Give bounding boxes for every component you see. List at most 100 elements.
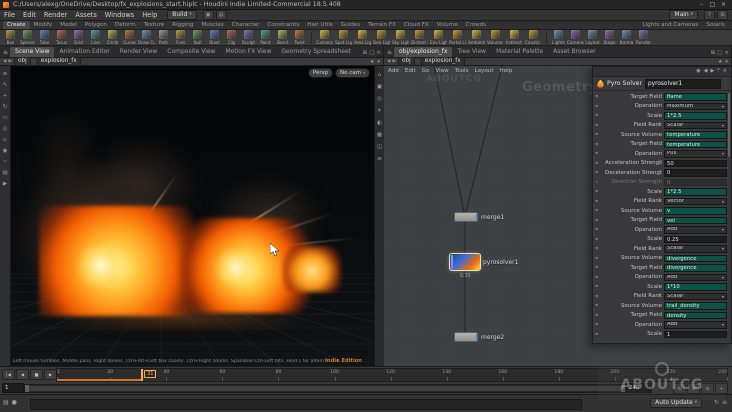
pane-menu-icon[interactable]: ≡ [387,49,392,56]
param-float-field[interactable]: 0 [664,178,727,186]
shelf-tool-draw-curve[interactable]: Draw Curve [138,30,155,45]
param-float-field[interactable]: 1 [664,330,727,338]
playbar-options-icon[interactable]: + [715,383,728,394]
shelf-tool-circle[interactable]: Circle [104,30,121,45]
shelf-tab-constraints[interactable]: Constraints [263,21,303,29]
multiparm-arrows-icon[interactable]: ◂▸ [595,227,603,232]
node-merge2[interactable]: merge2 [454,332,504,342]
stop-icon[interactable]: ■ [30,369,43,380]
realtime-icon[interactable]: ◔ [687,383,700,394]
shelf-tab-guides[interactable]: Guides [337,21,364,29]
translate-tool-icon[interactable]: + [3,93,8,99]
save-icon[interactable]: ▣ [202,10,214,20]
multiparm-arrows-icon[interactable]: ◂▸ [595,123,603,128]
viewport-canvas[interactable]: Persp No cam ▾ Left mouse tumbles. Middle… [11,66,374,366]
shelf-tool-ambient-light[interactable]: Ambient Light [467,30,486,45]
shelf-tool-bend[interactable]: Bend [274,30,291,45]
tab-motion-fx-view[interactable]: Motion FX View [220,47,276,57]
shelf-tab-deform[interactable]: Deform [111,21,140,29]
loop-icon[interactable]: ↻ [673,383,686,394]
multiparm-arrows-icon[interactable]: ◂▸ [595,313,603,318]
range-start-field[interactable]: 1 [2,383,24,393]
back-arrow-icon[interactable]: ◀ [3,59,6,64]
shelf-tab-terrain-fx[interactable]: Terrain FX [364,21,400,29]
scrollbar[interactable] [728,93,730,157]
shelf-tool-stage[interactable]: Stage [601,30,618,45]
multiparm-arrows-icon[interactable]: ◂▸ [595,265,603,270]
shelf-tab-character[interactable]: Character [228,21,264,29]
shelf-tool-render[interactable]: Render [635,30,652,45]
shelf-tool-camera[interactable]: Camera [315,30,334,45]
radial-menu-selector[interactable]: Main ▾ [669,10,698,20]
shelf-tool-blast[interactable]: Blast [206,30,223,45]
param-menu-field[interactable]: Scalar ▾ [664,121,727,129]
param-string-field[interactable]: 1*10 [664,283,727,291]
param-string-field[interactable]: trail_density [664,302,727,310]
shelf-tab-create[interactable]: Create [3,21,30,29]
playback-range-slider[interactable] [24,384,626,393]
shelf-tool-tube[interactable]: Tube [36,30,53,45]
param-float-field[interactable]: 0 [664,169,727,177]
param-string-field[interactable]: temperature [664,131,727,139]
tab-scene-view[interactable]: Scene View [10,47,55,57]
node-shape[interactable] [454,212,478,222]
shelf-tool-caustic-light[interactable]: Caustic Light [524,30,543,45]
snapshot-icon[interactable]: ◫ [377,144,382,150]
camera-menu-button[interactable]: No cam ▾ [335,68,370,78]
home-view-icon[interactable]: ⌂ [378,72,382,78]
forward-arrow-icon[interactable]: ▶ [392,59,395,64]
range-end-field[interactable]: 240 [626,383,652,393]
multiparm-arrows-icon[interactable]: ◂▸ [595,256,603,261]
range-handle-start[interactable] [25,385,29,392]
playhead[interactable] [141,369,143,381]
shelf-tab-hair-utils[interactable]: Hair Utils [303,21,337,29]
shelf-tab-cloud-fx[interactable]: Cloud FX [400,21,433,29]
back-arrow-icon[interactable]: ◀ [387,59,390,64]
minimize-button[interactable]: – [696,1,707,9]
shelf-tool-distant-light[interactable]: Distant Light [410,30,429,45]
close-pane-icon[interactable]: × [376,50,381,56]
multiparm-arrows-icon[interactable]: ◂▸ [595,284,603,289]
select-tool-icon[interactable]: ↖ [3,82,8,88]
menu-file[interactable]: File [0,10,19,21]
shelf-tool-twist[interactable]: Twist [291,30,308,45]
shelf-tab-rigging[interactable]: Rigging [168,21,197,29]
shelf-tool-null[interactable]: Null [189,30,206,45]
tab-animation-editor[interactable]: Animation Editor [54,47,114,57]
node-merge1[interactable]: merge1 [454,212,504,222]
shelf-tool-font[interactable]: Font [172,30,189,45]
param-menu-field[interactable]: Add ▾ [664,273,727,281]
multiparm-arrows-icon[interactable]: ◂▸ [595,208,603,213]
grid-toggle-icon[interactable]: ▦ [377,132,382,138]
badge-icon[interactable]: ● [12,399,17,406]
chevron-down-icon[interactable]: ▾ [377,59,380,65]
shelf-tool-volume-light[interactable]: Volume Light [486,30,505,45]
param-menu-field[interactable]: Add ▾ [664,226,727,234]
netmenu-layout[interactable]: Layout [475,68,494,74]
breadcrumb-item[interactable]: explosion_fx [36,57,81,66]
step-back-icon[interactable]: ◀ [16,369,29,380]
shelf-tab-lights-and-cameras[interactable]: Lights and Cameras [638,21,702,29]
shelf-tool-sphere[interactable]: Sphere [19,30,36,45]
netmenu-help[interactable]: Help [500,68,513,74]
layout-icon[interactable]: ⊞ [717,10,728,20]
shelf-tab-muscles[interactable]: Muscles [197,21,227,29]
cook-icon[interactable]: ↻ [714,399,719,406]
multiparm-arrows-icon[interactable]: ◂▸ [595,294,603,299]
shelf-tool-portal-light[interactable]: Portal Light [448,30,467,45]
breadcrumb-item[interactable]: obj [13,57,31,66]
help-icon[interactable]: ? [704,10,715,20]
shelf-tool-line[interactable]: Line [87,30,104,45]
multiparm-arrows-icon[interactable]: ◂▸ [595,132,603,137]
multiparm-arrows-icon[interactable]: ◂▸ [595,180,603,185]
flipbook-tool-icon[interactable]: ▶ [3,181,7,187]
multiparm-arrows-icon[interactable]: ◂▸ [595,170,603,175]
multiparm-arrows-icon[interactable]: ◂▸ [595,104,603,109]
param-menu-field[interactable]: Scalar ▾ [664,292,727,300]
shelf-tab-model[interactable]: Model [56,21,81,29]
range-handle-end[interactable] [621,385,625,392]
pane-menu-icon[interactable]: ≡ [3,71,8,77]
param-string-field[interactable]: flame [664,93,727,101]
jump-start-icon[interactable]: |◀ [2,369,15,380]
gear-icon[interactable]: * [717,67,720,76]
